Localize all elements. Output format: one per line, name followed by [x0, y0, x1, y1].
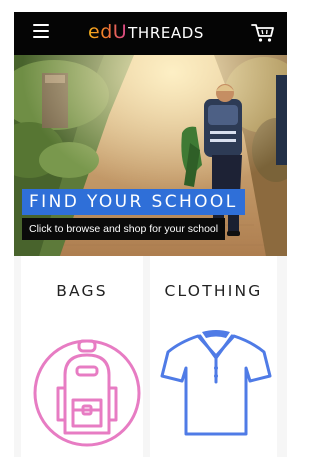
polo-shirt-icon: [160, 330, 272, 436]
app-header: edU THREADS: [14, 12, 287, 55]
hamburger-menu-icon[interactable]: [33, 24, 49, 38]
eduthreads-logo[interactable]: edU THREADS: [88, 21, 204, 45]
category-card-clothing[interactable]: CLOTHING: [150, 256, 277, 457]
hero-subtitle[interactable]: Click to browse and shop for your school: [22, 218, 226, 240]
menu-bar-top: [33, 24, 49, 26]
logo-edu-text: edU: [88, 21, 128, 43]
menu-bar-bottom: [33, 36, 49, 38]
backpack-icon: [33, 339, 141, 447]
category-card-bags[interactable]: BAGS: [21, 256, 143, 457]
category-label-clothing: CLOTHING: [164, 282, 263, 300]
hero-title[interactable]: FIND YOUR SCHOOL: [22, 189, 245, 215]
menu-bar-middle: [33, 30, 49, 32]
find-your-school-banner[interactable]: FIND YOUR SCHOOL Click to browse and sho…: [14, 55, 287, 273]
category-grid: BAGS CLOTHING: [14, 256, 287, 457]
hero-photo: [14, 55, 287, 273]
logo-threads-text: THREADS: [128, 24, 205, 42]
category-label-bags: BAGS: [56, 282, 108, 300]
shopping-cart-icon[interactable]: [251, 22, 275, 44]
